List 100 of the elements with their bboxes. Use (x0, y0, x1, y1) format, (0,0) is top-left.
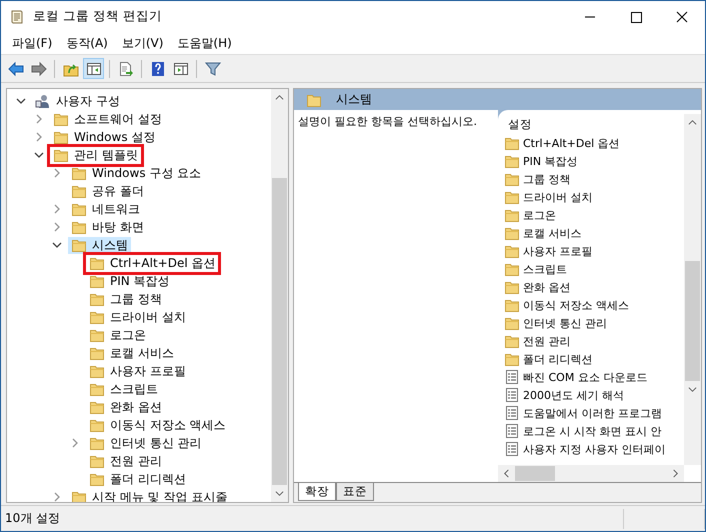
chevron-down-icon[interactable] (16, 96, 26, 106)
folder-icon (504, 135, 520, 151)
tree-item[interactable]: 네트워크 (68, 200, 143, 218)
menu-item[interactable]: 파일(F) (5, 34, 60, 52)
folder-icon (504, 243, 520, 259)
list-item[interactable]: 전원 관리 (500, 332, 684, 350)
tree-pane-icon[interactable] (83, 58, 104, 79)
tree-item[interactable]: 로캘 서비스 (86, 344, 177, 362)
folder-icon (504, 279, 520, 295)
list-item[interactable]: Ctrl+Alt+Del 옵션 (500, 134, 684, 152)
tree-item[interactable]: PIN 복잡성 (86, 272, 173, 290)
scroll-icon (9, 8, 25, 24)
chevron-right-icon[interactable] (52, 204, 62, 214)
caret-left-icon[interactable] (502, 469, 511, 478)
scrollbar[interactable] (271, 89, 288, 502)
caret-up-icon[interactable] (688, 118, 697, 127)
tree-item[interactable]: 사용자 프로필 (86, 362, 189, 380)
folder-icon (504, 297, 520, 313)
tree-item[interactable]: 그룹 정책 (86, 290, 165, 308)
list-item[interactable]: 2000년도 세기 해석 (500, 386, 684, 404)
folder-icon (71, 237, 87, 253)
tree-item[interactable]: Windows 구성 요소 (68, 164, 204, 182)
folder-icon (89, 291, 105, 307)
folder-icon (504, 153, 520, 169)
folder-icon (53, 111, 69, 127)
tree-item[interactable]: 소프트웨어 설정 (50, 110, 165, 128)
document-icon (504, 405, 520, 421)
document-icon (504, 441, 520, 457)
list-item[interactable]: 도움말에서 이러한 프로그램 (500, 404, 684, 422)
list-item[interactable]: 그룹 정책 (500, 170, 684, 188)
tab[interactable]: 표준 (336, 483, 374, 501)
folder-icon (504, 207, 520, 223)
folder-icon (89, 363, 105, 379)
folder-icon (53, 129, 69, 145)
document-icon (504, 387, 520, 403)
tree-item[interactable]: 인터넷 통신 관리 (86, 434, 205, 452)
tree-item[interactable]: 시스템 (68, 236, 131, 254)
column-header[interactable]: 설정 (500, 114, 684, 134)
tree-item[interactable]: 바탕 화면 (68, 218, 147, 236)
description-text: 설명이 필요한 항목을 선택하십시오. (294, 110, 498, 482)
tree-item[interactable]: 드라이버 설치 (86, 308, 189, 326)
chevron-down-icon[interactable] (34, 150, 44, 160)
tree-item[interactable]: Ctrl+Alt+Del 옵션 (86, 254, 218, 272)
caret-up-icon[interactable] (275, 93, 284, 102)
tree-item[interactable]: 완화 옵션 (86, 398, 165, 416)
chevron-right-icon[interactable] (70, 438, 80, 448)
tree-item[interactable]: 전원 관리 (86, 452, 165, 470)
caret-down-icon[interactable] (688, 385, 697, 394)
list-item[interactable]: 로그온 시 시작 화면 표시 안 (500, 422, 684, 440)
list-item[interactable]: 스크립트 (500, 260, 684, 278)
folder-icon (89, 309, 105, 325)
tree-item[interactable]: 공유 폴더 (68, 182, 147, 200)
caret-down-icon[interactable] (275, 489, 284, 498)
list-item[interactable]: 드라이버 설치 (500, 188, 684, 206)
chevron-down-icon[interactable] (52, 240, 62, 250)
folder-icon (89, 435, 105, 451)
tree-item[interactable]: Windows 설정 (50, 128, 158, 146)
folder-icon (89, 345, 105, 361)
list-item[interactable]: 폴더 리디렉션 (500, 350, 684, 368)
list-item[interactable]: PIN 복잡성 (500, 152, 684, 170)
list-item[interactable]: 로그온 (500, 206, 684, 224)
chevron-right-icon[interactable] (52, 168, 62, 178)
tree-item[interactable]: 관리 템플릿 (50, 146, 141, 164)
list-item[interactable]: 사용자 프로필 (500, 242, 684, 260)
folder-icon (504, 351, 520, 367)
list-item[interactable]: 로캘 서비스 (500, 224, 684, 242)
user-icon (35, 93, 51, 109)
tree-item[interactable]: 폴더 리디렉션 (86, 470, 189, 488)
folder-icon (504, 225, 520, 241)
tree-item[interactable]: 스크립트 (86, 380, 161, 398)
list-item[interactable]: 빠진 COM 요소 다운로드 (500, 368, 684, 386)
folder-icon (53, 147, 69, 163)
folder-icon (89, 471, 105, 487)
pane-title: 시스템 (336, 91, 372, 108)
tree-item[interactable]: 사용자 구성 (32, 92, 123, 110)
folder-icon (504, 171, 520, 187)
list-item[interactable]: 완화 옵션 (500, 278, 684, 296)
tree-item[interactable]: 로그온 (86, 326, 149, 344)
scrollbar[interactable] (684, 114, 701, 465)
folder-icon (504, 315, 520, 331)
caret-right-icon[interactable] (671, 469, 680, 478)
menu-item[interactable]: 동작(A) (59, 34, 115, 52)
list-item[interactable]: 인터넷 통신 관리 (500, 314, 684, 332)
folder-icon (71, 489, 87, 502)
list-item[interactable]: 이동식 저장소 액세스 (500, 296, 684, 314)
document-icon (504, 423, 520, 439)
menu-item[interactable]: 도움말(H) (170, 34, 239, 52)
folder-icon (89, 327, 105, 343)
list-item[interactable]: 사용자 지정 사용자 인터페이 (500, 440, 684, 458)
folder-icon (89, 273, 105, 289)
tree-item[interactable]: 이동식 저장소 액세스 (86, 416, 229, 434)
chevron-right-icon[interactable] (52, 222, 62, 232)
folder-icon (504, 333, 520, 349)
chevron-right-icon[interactable] (34, 132, 44, 142)
window-title: 로컬 그룹 정책 편집기 (33, 8, 162, 25)
scrollbar[interactable] (498, 465, 684, 482)
chevron-right-icon[interactable] (52, 492, 62, 502)
menu-item[interactable]: 보기(V) (114, 34, 170, 52)
tab[interactable]: 확장 (298, 483, 336, 501)
chevron-right-icon[interactable] (34, 114, 44, 124)
